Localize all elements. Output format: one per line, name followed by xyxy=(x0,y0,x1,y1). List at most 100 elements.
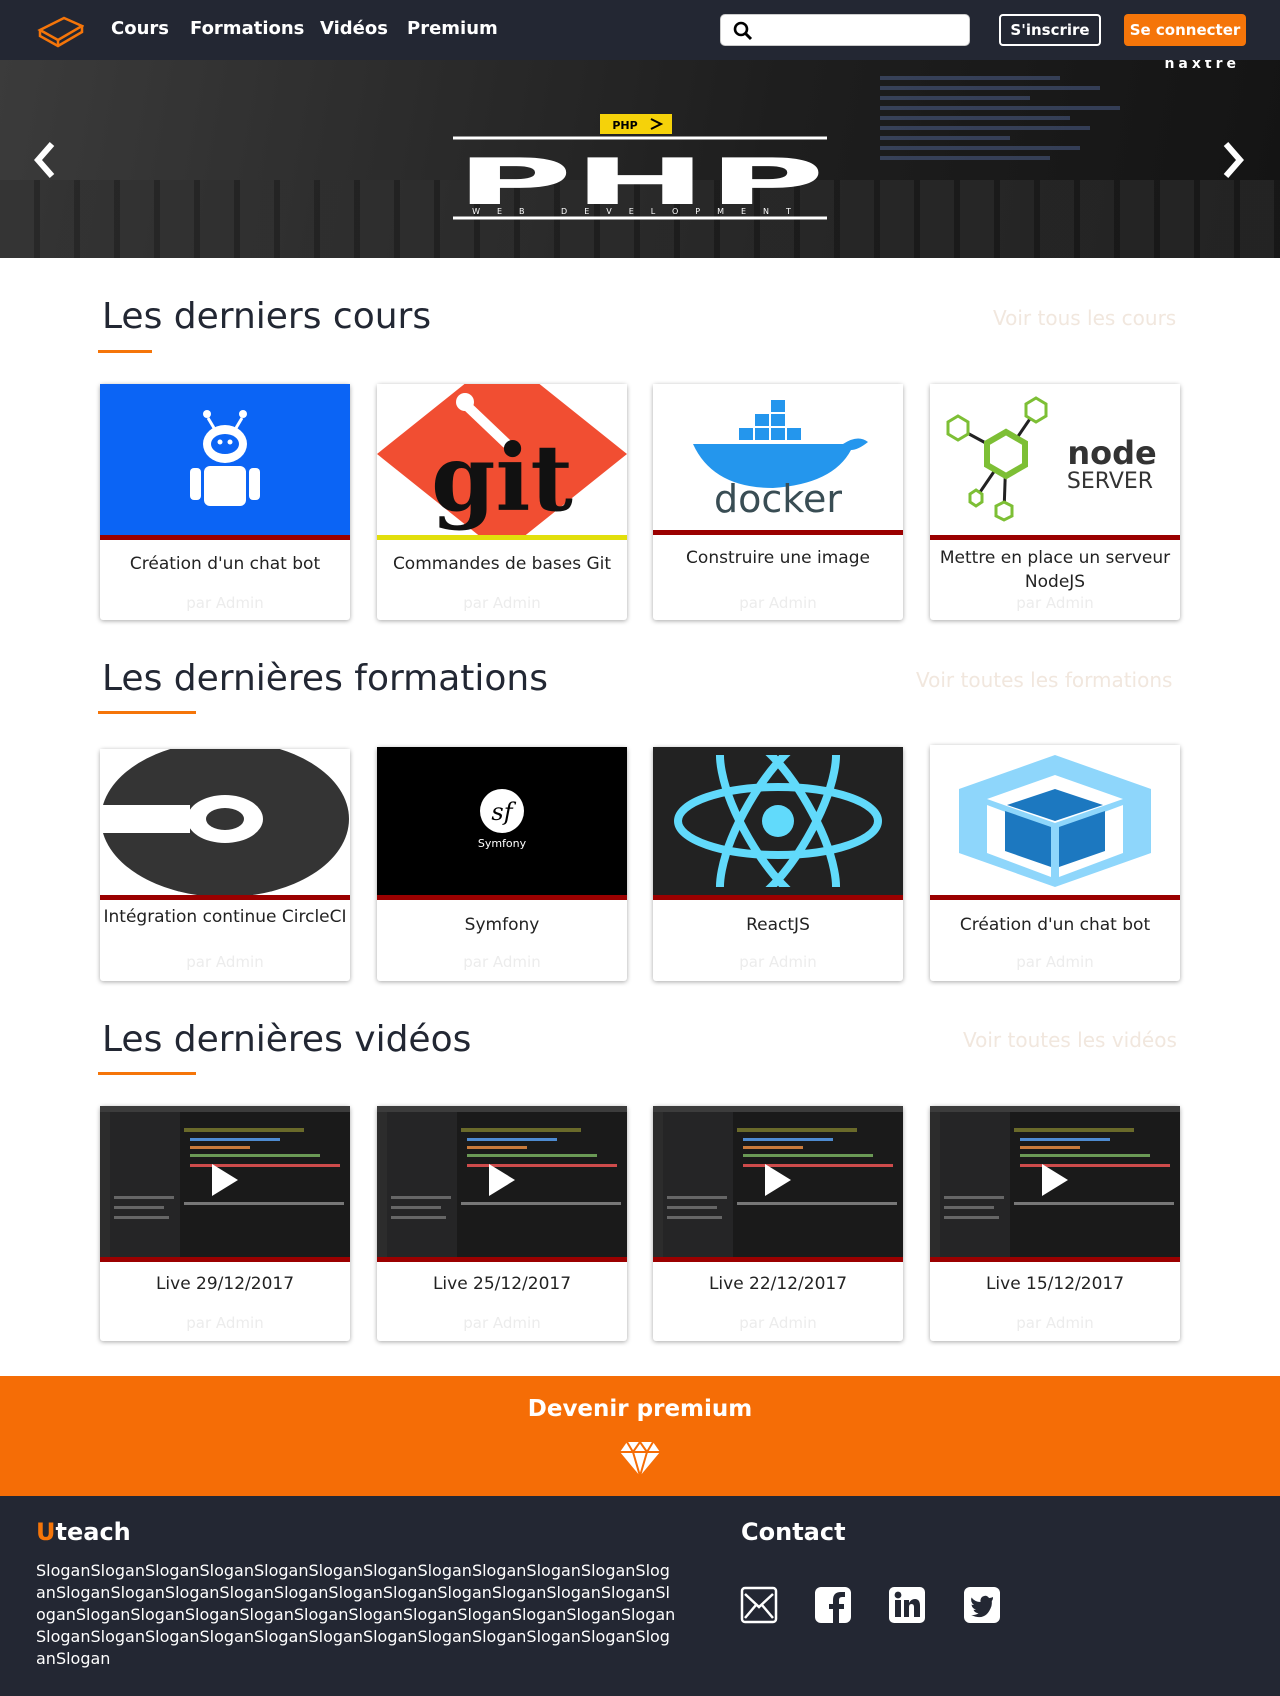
course-card-author: par Admin xyxy=(463,594,541,612)
course-card-author: par Admin xyxy=(739,594,817,612)
login-button[interactable]: Se connecter xyxy=(1124,14,1246,46)
code-background xyxy=(880,70,1180,190)
courses-title-underline xyxy=(98,350,152,353)
course-card-title: Commandes de bases Git xyxy=(392,554,612,574)
course-card-image: node SERVER xyxy=(930,384,1180,540)
search-box xyxy=(720,14,970,46)
course-card-title: Mettre en place un serveur NodeJS xyxy=(939,548,1171,592)
play-icon[interactable] xyxy=(765,1164,791,1196)
videos-section-title: Les dernières vidéos xyxy=(102,1019,472,1060)
course-card[interactable]: git Commandes de bases Git par Admin xyxy=(377,384,627,620)
video-card[interactable]: Live 25/12/2017 par Admin xyxy=(377,1106,627,1341)
git-logo: git xyxy=(377,384,627,535)
video-card-author: par Admin xyxy=(1016,1314,1094,1332)
all-videos-link[interactable]: Voir toutes les vidéos xyxy=(963,1028,1177,1052)
play-icon[interactable] xyxy=(489,1164,515,1196)
courses-section-title: Les derniers cours xyxy=(102,296,432,337)
formation-card-author: par Admin xyxy=(739,953,817,971)
footer-slogan: SloganSloganSloganSloganSloganSloganSlog… xyxy=(36,1561,676,1668)
video-card-author: par Admin xyxy=(186,1314,264,1332)
search-input[interactable] xyxy=(757,19,962,43)
videos-title-underline xyxy=(98,1072,196,1075)
svg-text:node: node xyxy=(1067,434,1156,472)
symfony-logo: sf Symfony xyxy=(478,789,527,850)
svg-text:git: git xyxy=(431,424,573,532)
robot-icon xyxy=(190,410,260,506)
hero-carousel: naxtre PHP PHP WEB DEVELOPMENT xyxy=(0,60,1280,258)
react-logo xyxy=(674,755,882,887)
play-icon[interactable] xyxy=(1042,1164,1068,1196)
search-icon[interactable] xyxy=(733,21,753,41)
chevron-right-icon[interactable] xyxy=(1218,138,1248,182)
svg-text:docker: docker xyxy=(714,477,842,521)
footer: Uteach SloganSloganSloganSloganSloganSlo… xyxy=(0,1496,1280,1696)
chevron-left-icon[interactable] xyxy=(30,138,60,182)
docker-logo: docker xyxy=(693,400,868,521)
book-logo-icon[interactable] xyxy=(36,12,84,48)
video-card-title: Live 29/12/2017 xyxy=(155,1274,295,1294)
circleci-logo xyxy=(100,749,349,895)
footer-brand-rest: teach xyxy=(55,1518,131,1546)
course-card-image: docker xyxy=(653,384,903,535)
svg-text:SERVER: SERVER xyxy=(1067,469,1153,494)
navbar: Cours Formations Vidéos Premium S'inscri… xyxy=(0,0,1280,60)
video-card-image xyxy=(377,1106,627,1262)
formation-card[interactable]: Création d'un chat bot par Admin xyxy=(930,745,1180,981)
nav-link-videos[interactable]: Vidéos xyxy=(320,18,388,39)
php-banner: PHP PHP WEB DEVELOPMENT xyxy=(453,114,827,220)
formation-card[interactable]: Intégration continue CircleCI par Admin xyxy=(100,749,350,981)
all-formations-link[interactable]: Voir toutes les formations xyxy=(916,668,1172,692)
all-courses-link[interactable]: Voir tous les cours xyxy=(993,306,1176,330)
formation-card-author: par Admin xyxy=(463,953,541,971)
formation-card-image xyxy=(100,749,350,900)
formation-card-title: Symfony xyxy=(464,915,540,935)
svg-text:Symfony: Symfony xyxy=(478,837,527,850)
formation-card-title: Création d'un chat bot xyxy=(959,915,1151,935)
course-card[interactable]: Création d'un chat bot par Admin xyxy=(100,384,350,620)
play-icon[interactable] xyxy=(212,1164,238,1196)
hero-corner-brand: naxtre xyxy=(1164,60,1240,72)
formation-card-title: Intégration continue CircleCI xyxy=(103,907,347,927)
become-premium-link[interactable]: Devenir premium xyxy=(0,1396,1280,1422)
course-card-title: Construire une image xyxy=(686,548,870,568)
formation-card-title: ReactJS xyxy=(746,915,810,935)
course-card-image xyxy=(100,384,350,540)
video-card-title: Live 22/12/2017 xyxy=(708,1274,848,1294)
footer-brand-initial: U xyxy=(36,1518,56,1546)
course-card-author: par Admin xyxy=(186,594,264,612)
course-card-image: git xyxy=(377,384,627,540)
diamond-icon[interactable] xyxy=(619,1436,661,1478)
video-card[interactable]: Live 29/12/2017 par Admin xyxy=(100,1106,350,1341)
php-badge: PHP xyxy=(612,119,637,132)
premium-banner: Devenir premium xyxy=(0,1376,1280,1496)
video-card-image xyxy=(930,1106,1180,1262)
register-button[interactable]: S'inscrire xyxy=(999,14,1101,46)
formations-title-underline xyxy=(98,711,196,714)
video-card-image xyxy=(653,1106,903,1262)
email-icon[interactable] xyxy=(740,1586,778,1624)
nav-link-formations[interactable]: Formations xyxy=(190,18,304,39)
footer-brand: Uteach xyxy=(36,1518,131,1546)
formation-card-author: par Admin xyxy=(1016,953,1094,971)
facebook-icon[interactable] xyxy=(814,1586,852,1624)
video-card[interactable]: Live 15/12/2017 par Admin xyxy=(930,1106,1180,1341)
nav-link-premium[interactable]: Premium xyxy=(407,18,498,39)
video-card-title: Live 15/12/2017 xyxy=(985,1274,1125,1294)
php-subtitle: WEB DEVELOPMENT xyxy=(472,207,808,216)
footer-contact-title: Contact xyxy=(741,1518,846,1546)
course-card-author: par Admin xyxy=(1016,594,1094,612)
twitter-icon[interactable] xyxy=(963,1586,1001,1624)
video-card[interactable]: Live 22/12/2017 par Admin xyxy=(653,1106,903,1341)
video-card-author: par Admin xyxy=(739,1314,817,1332)
video-card-title: Live 25/12/2017 xyxy=(432,1274,572,1294)
course-card-title: Création d'un chat bot xyxy=(129,554,321,574)
nav-link-cours[interactable]: Cours xyxy=(111,18,169,39)
formation-card[interactable]: ReactJS par Admin xyxy=(653,747,903,981)
formation-card-image xyxy=(930,745,1180,900)
course-card[interactable]: node SERVER Mettre en place un serveur N… xyxy=(930,384,1180,620)
formation-card-image: sf Symfony xyxy=(377,747,627,900)
formation-card-image xyxy=(653,747,903,900)
linkedin-icon[interactable] xyxy=(888,1586,926,1624)
formation-card[interactable]: sf Symfony Symfony par Admin xyxy=(377,747,627,981)
course-card[interactable]: docker Construire une image par Admin xyxy=(653,384,903,620)
